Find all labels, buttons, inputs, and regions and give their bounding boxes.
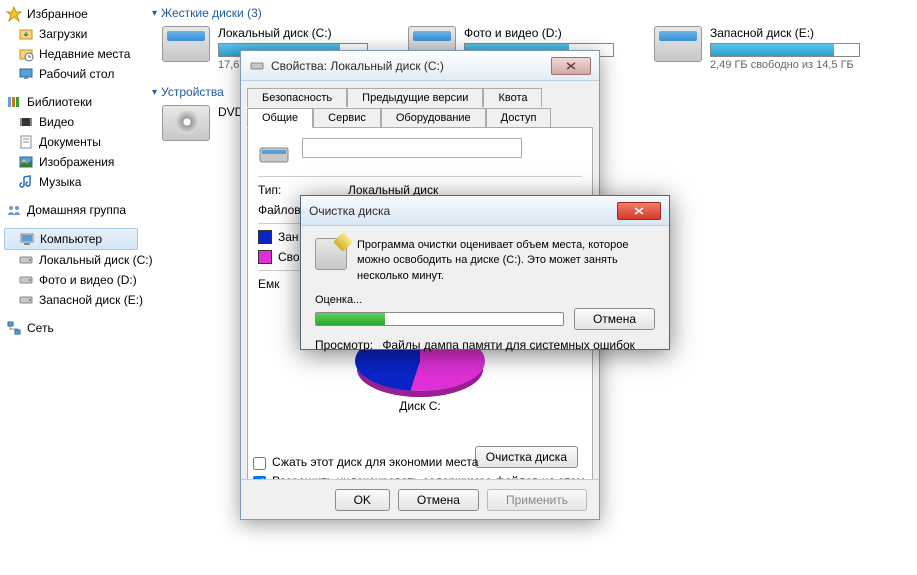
free-swatch (258, 250, 272, 264)
compress-label: Сжать этот диск для экономии места (272, 455, 478, 469)
cleanup-icon (315, 238, 347, 270)
scan-label: Просмотр: (315, 338, 373, 352)
pie-label: Диск C: (258, 399, 582, 413)
sidebar-desktop[interactable]: Рабочий стол (0, 64, 142, 84)
tab-general[interactable]: Общие (247, 108, 313, 128)
homegroup-icon (6, 202, 22, 218)
network-icon (6, 320, 22, 336)
dialog-button-bar: OK Отмена Применить (241, 479, 599, 519)
drive-tile-e[interactable]: Запасной диск (E:) 2,49 ГБ свободно из 1… (654, 26, 860, 71)
sidebar-network[interactable]: Сеть (0, 318, 142, 338)
recent-icon (18, 46, 34, 62)
dialog-title: Свойства: Локальный диск (C:) (271, 59, 551, 73)
usage-bar (710, 43, 860, 57)
collapse-icon: ▾ (152, 87, 157, 98)
tab-security[interactable]: Безопасность (247, 88, 347, 107)
close-button[interactable] (551, 57, 591, 75)
drive-icon (18, 292, 34, 308)
sidebar-label: Компьютер (40, 232, 102, 246)
collapse-icon: ▾ (152, 8, 157, 19)
sidebar-label: Изображения (39, 155, 114, 169)
drive-name: Фото и видео (D:) (464, 26, 614, 40)
tab-bar: Безопасность Предыдущие версии Квота Общ… (241, 81, 599, 127)
section-title: Устройства (161, 85, 224, 99)
libraries-icon (6, 94, 22, 110)
sidebar-favorites[interactable]: Избранное (0, 4, 142, 24)
sidebar-drive-c[interactable]: Локальный диск (C:) (0, 250, 142, 270)
cleanup-message: Программа очистки оценивает объем места,… (357, 238, 655, 284)
drive-icon (18, 272, 34, 288)
sidebar-libraries[interactable]: Библиотеки (0, 92, 142, 112)
sidebar-computer[interactable]: Компьютер (4, 228, 138, 250)
sidebar-label: Запасной диск (E:) (39, 293, 143, 307)
drive-name: Запасной диск (E:) (710, 26, 860, 40)
sidebar-label: Домашняя группа (27, 203, 126, 217)
drive-large-icon (258, 138, 290, 170)
dialog-title: Очистка диска (309, 204, 617, 218)
apply-button[interactable]: Применить (487, 489, 587, 511)
used-swatch (258, 230, 272, 244)
sidebar-label: Документы (39, 135, 101, 149)
video-icon (18, 114, 34, 130)
cancel-button[interactable]: Отмена (574, 308, 655, 330)
sidebar-label: Видео (39, 115, 74, 129)
sidebar-documents[interactable]: Документы (0, 132, 142, 152)
dialog-titlebar[interactable]: Свойства: Локальный диск (C:) (241, 51, 599, 81)
drive-icon (249, 58, 265, 74)
sidebar-drive-d[interactable]: Фото и видео (D:) (0, 270, 142, 290)
document-icon (18, 134, 34, 150)
scan-value: Файлы дампа памяти для системных ошибок (382, 338, 635, 352)
sidebar-label: Локальный диск (C:) (39, 253, 153, 267)
tab-sharing[interactable]: Доступ (486, 108, 552, 128)
volume-label-input[interactable] (302, 138, 522, 158)
tab-hardware[interactable]: Оборудование (381, 108, 486, 128)
drive-free-text: 2,49 ГБ свободно из 14,5 ГБ (710, 59, 860, 71)
pictures-icon (18, 154, 34, 170)
explorer-sidebar: Избранное Загрузки Недавние места Рабочи… (0, 0, 142, 575)
sidebar-pictures[interactable]: Изображения (0, 152, 142, 172)
sidebar-label: Загрузки (39, 27, 87, 41)
dialog-titlebar[interactable]: Очистка диска (301, 196, 669, 226)
drive-icon (18, 252, 34, 268)
progress-label: Оценка... (315, 294, 655, 306)
computer-icon (19, 231, 35, 247)
sidebar-label: Фото и видео (D:) (39, 273, 137, 287)
hdd-icon (162, 26, 210, 62)
sidebar-music[interactable]: Музыка (0, 172, 142, 192)
sidebar-label: Сеть (27, 321, 54, 335)
sidebar-drive-e[interactable]: Запасной диск (E:) (0, 290, 142, 310)
sidebar-label: Рабочий стол (39, 67, 114, 81)
drive-name: Локальный диск (C:) (218, 26, 368, 40)
compress-checkbox[interactable] (253, 457, 266, 470)
sidebar-videos[interactable]: Видео (0, 112, 142, 132)
section-header-hdd[interactable]: ▾ Жесткие диски (3) (152, 6, 907, 20)
sidebar-downloads[interactable]: Загрузки (0, 24, 142, 44)
section-title: Жесткие диски (3) (161, 6, 262, 20)
free-label: Сво (278, 250, 300, 264)
dvd-icon (162, 105, 210, 141)
sidebar-label: Библиотеки (27, 95, 92, 109)
compress-checkbox-row[interactable]: Сжать этот диск для экономии места (253, 455, 587, 470)
sidebar-label: Недавние места (39, 47, 130, 61)
star-icon (6, 6, 22, 22)
used-label: Зан (278, 230, 299, 244)
sidebar-label: Избранное (27, 7, 88, 21)
desktop-icon (18, 66, 34, 82)
sidebar-label: Музыка (39, 175, 81, 189)
sidebar-homegroup[interactable]: Домашняя группа (0, 200, 142, 220)
tab-tools[interactable]: Сервис (313, 108, 381, 128)
tab-quota[interactable]: Квота (483, 88, 542, 107)
disk-cleanup-dialog: Очистка диска Программа очистки оценивае… (300, 195, 670, 350)
tab-previous-versions[interactable]: Предыдущие версии (347, 88, 483, 107)
cancel-button[interactable]: Отмена (398, 489, 479, 511)
sidebar-recent[interactable]: Недавние места (0, 44, 142, 64)
ok-button[interactable]: OK (335, 489, 390, 511)
download-icon (18, 26, 34, 42)
progress-bar (315, 312, 564, 326)
close-button[interactable] (617, 202, 661, 220)
hdd-icon (654, 26, 702, 62)
music-icon (18, 174, 34, 190)
